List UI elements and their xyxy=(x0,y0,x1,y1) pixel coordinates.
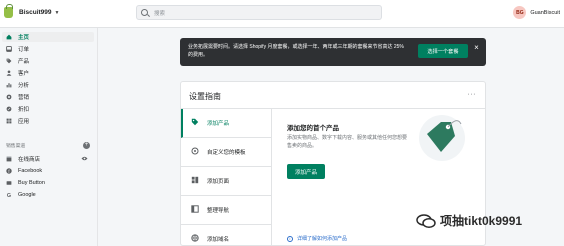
sidebar-item-home[interactable]: 主页 xyxy=(2,32,94,42)
add-channel-plus-icon[interactable]: + xyxy=(83,142,90,149)
avatar: BG xyxy=(513,6,527,19)
sidebar-item-buy-button[interactable]: Buy Button xyxy=(2,178,94,188)
sidebar-item-label: Facebook xyxy=(18,168,43,174)
sidebar-item-label: 主页 xyxy=(18,35,30,41)
svg-text:G: G xyxy=(7,193,11,198)
sidebar: 主页 订单 产品 客户 分析 营销 折扣 应用 销售渠道 + 在线商店 f Fa… xyxy=(0,28,98,246)
google-icon: G xyxy=(6,192,12,198)
sidebar-item-label: 产品 xyxy=(18,59,30,65)
sidebar-item-discounts[interactable]: 折扣 xyxy=(2,104,94,114)
setup-tabs: 添加产品 自定义您的模板 添加页面 整理导航 添加域名 xyxy=(181,109,272,245)
content-title: 添加您的首个产品 xyxy=(287,125,339,132)
chat-bubbles-icon xyxy=(416,213,436,228)
bar-chart-icon xyxy=(6,82,12,88)
tag-icon xyxy=(191,118,199,128)
add-product-button[interactable]: 添加产品 xyxy=(287,164,325,179)
search-placeholder: 搜索 xyxy=(154,10,166,17)
buy-button-icon xyxy=(6,180,12,186)
search-icon xyxy=(141,9,148,16)
sidebar-item-facebook[interactable]: f Facebook xyxy=(2,166,94,176)
learn-more-link[interactable]: i 详细了解如何添加产品 xyxy=(287,235,347,242)
orders-icon xyxy=(6,46,12,52)
info-icon: i xyxy=(287,235,293,242)
sidebar-item-label: 分析 xyxy=(18,83,30,89)
sidebar-item-label: 客户 xyxy=(18,71,30,77)
store-icon xyxy=(6,156,12,162)
watermark: 项抽tikt0k9991 xyxy=(416,212,522,229)
person-icon xyxy=(6,70,12,76)
sidebar-item-google[interactable]: G Google xyxy=(2,190,94,200)
store-name: Biscuit999 xyxy=(19,9,52,16)
tab-add-domain[interactable]: 添加域名 xyxy=(181,225,271,245)
sales-channels-header: 销售渠道 + xyxy=(6,142,90,149)
sidebar-item-label: Buy Button xyxy=(18,180,45,186)
sidebar-item-marketing[interactable]: 营销 xyxy=(2,92,94,102)
sidebar-item-label: 在线商店 xyxy=(18,157,41,163)
tab-label: 添加产品 xyxy=(207,121,230,127)
tab-add-product[interactable]: 添加产品 xyxy=(181,109,271,138)
tab-label: 自定义您的模板 xyxy=(207,150,246,156)
shopify-logo-icon xyxy=(4,4,13,18)
search-bar[interactable]: 搜索 xyxy=(136,5,382,20)
sidebar-item-products[interactable]: 产品 xyxy=(2,56,94,66)
tab-label: 整理导航 xyxy=(207,208,230,214)
banner-text: 业务拓展需要时间。请选择 Shopify 月度套餐，或选择一年、两年或三年期的套… xyxy=(188,44,404,58)
sidebar-item-label: Google xyxy=(18,192,36,198)
store-switcher[interactable]: Biscuit999 ▼ xyxy=(4,4,60,18)
tag-icon xyxy=(6,58,12,64)
more-actions-icon[interactable]: ··· xyxy=(468,91,477,98)
sidebar-item-orders[interactable]: 订单 xyxy=(2,44,94,54)
globe-icon xyxy=(191,234,199,244)
sales-channels-title: 销售渠道 xyxy=(6,144,26,149)
watermark-text: 项抽tikt0k9991 xyxy=(440,214,523,228)
plan-banner: 业务拓展需要时间。请选择 Shopify 月度套餐，或选择一年、两年或三年期的套… xyxy=(180,38,486,66)
user-name: GuanBiscuit xyxy=(530,9,560,16)
setup-guide-title: 设置指南 xyxy=(189,92,221,101)
tab-organize-navigation[interactable]: 整理导航 xyxy=(181,196,271,225)
brush-icon xyxy=(191,147,199,157)
sidebar-item-apps[interactable]: 应用 xyxy=(2,116,94,126)
product-tag-illustration-icon xyxy=(419,115,465,161)
sidebar-item-label: 营销 xyxy=(18,95,30,101)
sidebar-item-label: 应用 xyxy=(18,119,30,125)
eye-icon[interactable] xyxy=(81,156,88,163)
close-icon[interactable]: × xyxy=(473,44,480,52)
apps-icon xyxy=(6,118,12,124)
pages-icon xyxy=(191,176,199,186)
choose-plan-button[interactable]: 选择一个套餐 xyxy=(418,44,468,58)
user-menu[interactable]: BG GuanBiscuit xyxy=(513,6,560,19)
facebook-icon: f xyxy=(6,168,12,174)
sidebar-item-label: 订单 xyxy=(18,47,30,53)
megaphone-icon xyxy=(6,94,12,100)
tab-label: 添加页面 xyxy=(207,179,230,185)
top-bar: Biscuit999 ▼ 搜索 BG GuanBiscuit xyxy=(0,0,564,28)
tab-add-pages[interactable]: 添加页面 xyxy=(181,167,271,196)
content-description: 添加实物商品、数字下载内容、服务或其他任何您想要售卖的商品。 xyxy=(287,135,408,149)
sidebar-item-label: 折扣 xyxy=(18,107,30,113)
discount-icon xyxy=(6,106,12,112)
caret-down-icon: ▼ xyxy=(54,9,60,16)
sidebar-item-analytics[interactable]: 分析 xyxy=(2,80,94,90)
tab-label: 添加域名 xyxy=(207,237,230,243)
home-icon xyxy=(6,34,12,40)
learn-more-text: 详细了解如何添加产品 xyxy=(297,236,348,242)
sidebar-item-customers[interactable]: 客户 xyxy=(2,68,94,78)
navigation-icon xyxy=(191,205,199,215)
tab-customize-theme[interactable]: 自定义您的模板 xyxy=(181,138,271,167)
